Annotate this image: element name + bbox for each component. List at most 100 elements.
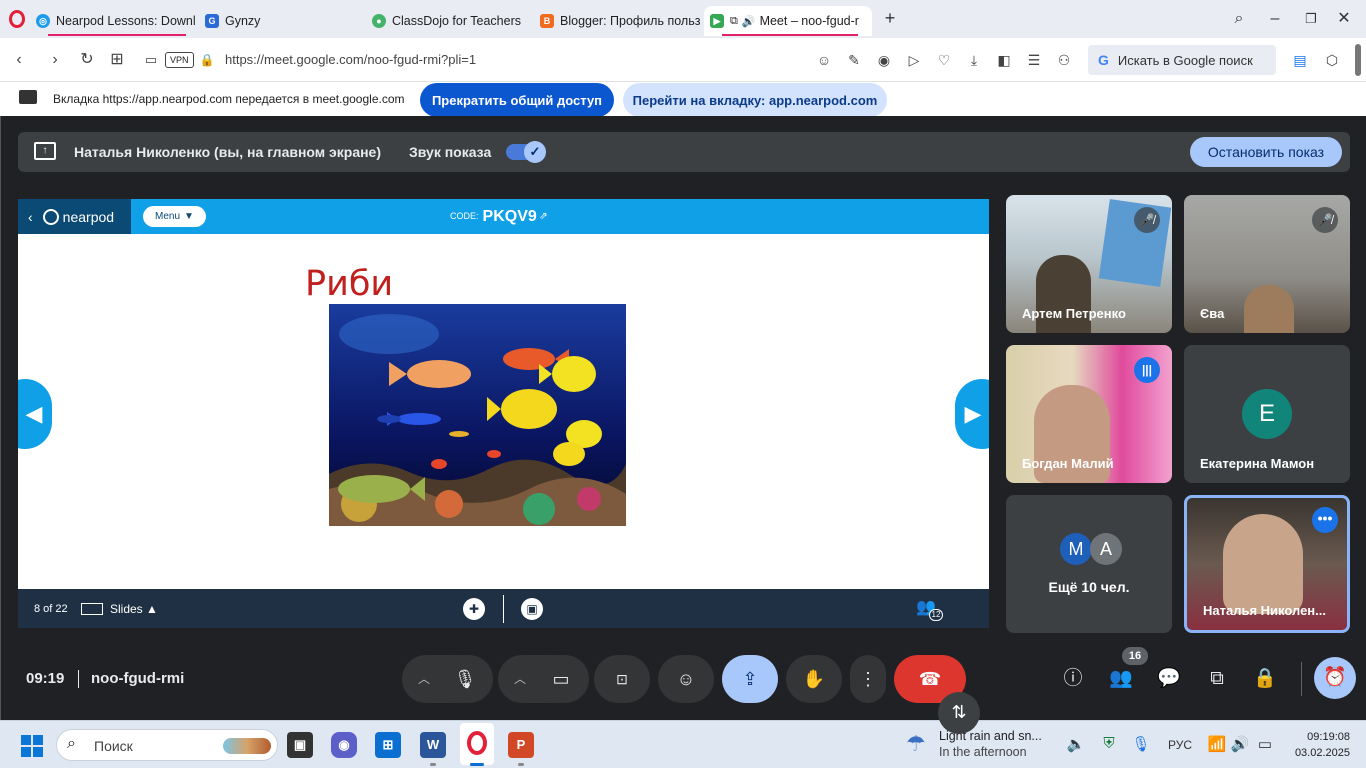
volume-icon[interactable]: 🔊	[1230, 735, 1250, 753]
back-chevron-icon: ‹	[28, 208, 33, 225]
tab-label: Meet – noo-fgud-r	[759, 14, 859, 28]
google-search-input[interactable]: G Искать в Google поиск	[1088, 45, 1276, 75]
play-icon[interactable]: ▷	[904, 50, 924, 70]
volume-muted-icon[interactable]: 🔈	[1066, 735, 1086, 753]
url-input[interactable]: https://meet.google.com/noo-fgud-rmi?pli…	[225, 52, 476, 67]
video-frame	[1244, 285, 1294, 333]
maximize-icon[interactable]: ❐	[1300, 8, 1322, 30]
more-participants-tile[interactable]: M A Ещё 10 чел.	[1006, 495, 1172, 633]
raise-hand-button[interactable]: ✋	[786, 655, 842, 703]
camera-icon[interactable]: ▭	[140, 49, 162, 71]
slides-panel-icon[interactable]	[81, 603, 103, 615]
profile-icon[interactable]: ⚇	[1054, 50, 1074, 70]
slide-title: Риби	[305, 264, 394, 304]
stop-sharing-button[interactable]: Прекратить общий доступ	[420, 83, 614, 117]
microphone-button[interactable]: 🎙	[437, 655, 493, 703]
snapshot-icon[interactable]: ◉	[874, 50, 894, 70]
nearpod-logo-icon	[42, 208, 59, 225]
nearpod-menu-button[interactable]: Menu ▼	[143, 206, 206, 227]
more-options-icon[interactable]: •••	[1312, 507, 1338, 533]
vpn-badge[interactable]: VPN	[165, 52, 194, 68]
camera-button[interactable]: ▭	[533, 655, 589, 703]
tab-nearpod[interactable]: ◎ Nearpod Lessons: Downlo	[36, 6, 196, 36]
opera-taskbar-icon[interactable]	[460, 723, 494, 765]
participant-tile[interactable]: E Екатерина Мамон	[1184, 345, 1350, 483]
microphone-tray-icon[interactable]: 🎙	[1131, 735, 1151, 753]
activity-icon[interactable]: ✚	[463, 598, 485, 620]
close-icon[interactable]: ✕	[1333, 8, 1355, 30]
gynzy-favicon-icon: G	[205, 14, 219, 28]
emoji-icon[interactable]: ☺	[814, 50, 834, 70]
google-icon: G	[1098, 52, 1109, 68]
edit-icon[interactable]: ✎	[844, 50, 864, 70]
download-icon[interactable]: ⤓	[964, 50, 984, 70]
switch-tab-button[interactable]: Перейти на вкладку: app.nearpod.com	[623, 83, 887, 117]
system-clock[interactable]: 09:19:08 03.02.2025	[1288, 729, 1350, 761]
battery-icon[interactable]: ▭	[1255, 735, 1275, 753]
participant-name: Богдан Малий	[1022, 456, 1114, 471]
slides-toggle[interactable]: Slides ▲	[110, 602, 158, 616]
new-tab-icon[interactable]: +	[880, 8, 900, 28]
activities-icon[interactable]: ⧉	[1204, 666, 1230, 692]
reactions-button[interactable]: ☺	[658, 655, 714, 703]
battery-saver-icon[interactable]: ◧	[994, 50, 1014, 70]
participant-name: Єва	[1200, 306, 1225, 321]
next-slide-button[interactable]: ▶	[955, 379, 989, 449]
prev-slide-button[interactable]: ◀	[18, 379, 52, 449]
tab-blogger[interactable]: B Blogger: Профиль пользо	[540, 6, 700, 36]
forward-icon[interactable]: ›	[44, 49, 66, 71]
tab-meet[interactable]: ▶ ⧉ 🔊 Meet – noo-fgud-r	[704, 6, 872, 36]
more-options-button[interactable]: ⋮	[850, 655, 886, 703]
timer-icon[interactable]: ⏰	[1314, 657, 1356, 699]
menu-label: Menu	[155, 211, 181, 222]
bookmark-icon[interactable]: ▣	[521, 598, 543, 620]
tab-gynzy[interactable]: G Gynzy	[205, 6, 365, 36]
easy-setup-icon[interactable]: ☰	[1024, 50, 1044, 70]
slide-canvas: Риби	[267, 234, 739, 589]
search-tabs-icon[interactable]: ⌕	[1228, 8, 1250, 30]
word-icon[interactable]: W	[420, 732, 446, 758]
participant-tile[interactable]: 🎤̸ Артем Петренко	[1006, 195, 1172, 333]
participant-tile[interactable]: 🎤̸ Єва	[1184, 195, 1350, 333]
tab-grid-icon[interactable]: ⊞	[106, 49, 128, 71]
browser-scrollbar[interactable]	[1355, 44, 1361, 76]
powerpoint-icon[interactable]: P	[508, 732, 534, 758]
nearpod-logo-text: nearpod	[62, 208, 115, 225]
windows-start-icon[interactable]	[21, 735, 43, 757]
heart-icon[interactable]: ♡	[934, 50, 954, 70]
meeting-info-icon[interactable]: ⓘ	[1060, 666, 1086, 692]
slides-label: Slides	[110, 602, 143, 616]
minimize-icon[interactable]: –	[1264, 8, 1286, 30]
extensions-icon[interactable]: ⬡	[1322, 50, 1342, 70]
word-running-indicator	[430, 763, 436, 766]
share-sound-toggle[interactable]: ✓	[506, 141, 546, 163]
opera-menu-icon[interactable]	[9, 10, 25, 28]
wifi-icon[interactable]: 📶	[1207, 735, 1227, 753]
store-icon[interactable]: ⊞	[375, 732, 401, 758]
participant-tile-self[interactable]: ••• Наталья Николен...	[1184, 495, 1350, 633]
weather-icon[interactable]: ☂	[906, 731, 926, 757]
avatar: A	[1090, 533, 1122, 565]
swap-layout-icon[interactable]: ⇅	[938, 692, 980, 734]
language-indicator[interactable]: РУС	[1166, 738, 1194, 752]
nearpod-logo[interactable]: ‹ nearpod	[18, 199, 131, 234]
chat-app-icon[interactable]: ◉	[331, 732, 357, 758]
tab-label: Gynzy	[225, 14, 261, 28]
reload-icon[interactable]: ↻	[76, 49, 98, 71]
people-icon[interactable]: 👥	[1108, 666, 1134, 692]
back-icon[interactable]: ‹	[8, 49, 30, 71]
present-button[interactable]: ⇪	[722, 655, 778, 703]
tab-classdojo[interactable]: ● ClassDojo for Teachers	[372, 6, 532, 36]
host-controls-icon[interactable]: 🔒	[1252, 666, 1278, 692]
stop-presenting-button[interactable]: Остановить показ	[1190, 137, 1342, 167]
captions-button[interactable]: ⊡	[594, 655, 650, 703]
chat-icon[interactable]: 💬	[1156, 666, 1182, 692]
lock-icon: 🔒	[199, 53, 215, 67]
tab-share-icon: ⧉	[730, 14, 738, 27]
task-view-icon[interactable]: ▣	[287, 732, 313, 758]
defender-icon[interactable]: ⛨	[1099, 735, 1119, 752]
participant-tile[interactable]: ||| Богдан Малий	[1006, 345, 1172, 483]
session-code[interactable]: CODE: PKQV9 ⇗	[450, 208, 548, 226]
sidebar-icon[interactable]: ▤	[1290, 50, 1310, 70]
taskbar-search[interactable]: ⌕ Поиск	[56, 729, 278, 761]
